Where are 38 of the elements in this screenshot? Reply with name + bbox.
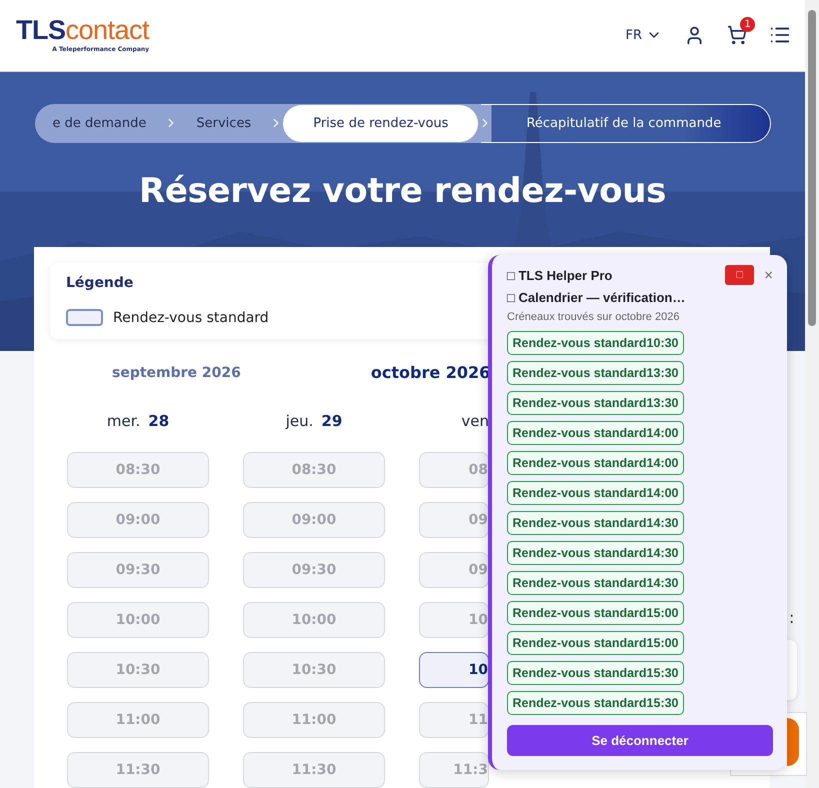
found-slot-button[interactable]: Rendez-vous standard15:00 — [507, 631, 684, 655]
status-text: □ Calendrier — vérification… — [507, 290, 686, 305]
found-slot-button[interactable]: Rendez-vous standard13:30 — [507, 391, 684, 415]
found-slot-button[interactable]: Rendez-vous standard14:00 — [507, 481, 684, 505]
day-header: ven — [460, 412, 489, 432]
month-tab[interactable]: septembre 2026 — [112, 363, 241, 382]
found-slot-button[interactable]: Rendez-vous standard15:00 — [507, 601, 684, 625]
legend-label: Rendez-vous standard — [113, 310, 269, 326]
logout-button[interactable]: Se déconnecter — [507, 725, 773, 756]
found-slot-button[interactable]: Rendez-vous standard14:30 — [507, 541, 684, 565]
close-button[interactable]: × — [764, 266, 773, 284]
found-slot-button[interactable]: Rendez-vous standard14:00 — [507, 421, 684, 445]
helper-title: □ TLS Helper Pro — [507, 268, 612, 282]
text-fragment: : — [789, 608, 794, 627]
page-title: Réservez votre rendez-vous — [138, 170, 666, 211]
found-slot-button[interactable]: Rendez-vous standard13:30 — [507, 361, 684, 385]
found-slot-button[interactable]: Rendez-vous standard14:30 — [507, 571, 684, 595]
step-tab[interactable]: Services — [178, 104, 270, 142]
found-slot-button[interactable]: Rendez-vous standard10:30 — [507, 331, 684, 355]
step-tab[interactable]: Prise de rendez-vous — [283, 104, 478, 142]
month-tab[interactable]: octobre 2026 — [370, 363, 490, 382]
cart-count-badge: 1 — [740, 17, 755, 32]
legend-swatch — [66, 309, 103, 326]
found-slot-button[interactable]: Rendez-vous standard14:30 — [507, 511, 684, 535]
found-slot-button[interactable]: Rendez-vous standard15:30 — [507, 691, 684, 715]
stop-button[interactable]: □ — [725, 265, 754, 285]
scrollbar-thumb[interactable] — [808, 10, 816, 326]
subtitle-text: Créneaux trouvés sur octobre 2026 — [507, 311, 680, 323]
step-tab[interactable]: e de demande — [34, 104, 164, 142]
day-header: mer. 28 — [106, 412, 170, 432]
language-selector[interactable]: FR — [625, 27, 662, 44]
found-slot-button[interactable]: Rendez-vous standard14:00 — [507, 451, 684, 475]
cart-icon[interactable] — [727, 25, 747, 46]
time-slot[interactable]: 10 — [419, 652, 489, 688]
legend-title: Légende — [66, 275, 134, 291]
found-slot-button[interactable]: Rendez-vous standard15:30 — [507, 661, 684, 685]
day-header: jeu. 29 — [284, 412, 344, 432]
chat-button[interactable] — [787, 718, 799, 766]
